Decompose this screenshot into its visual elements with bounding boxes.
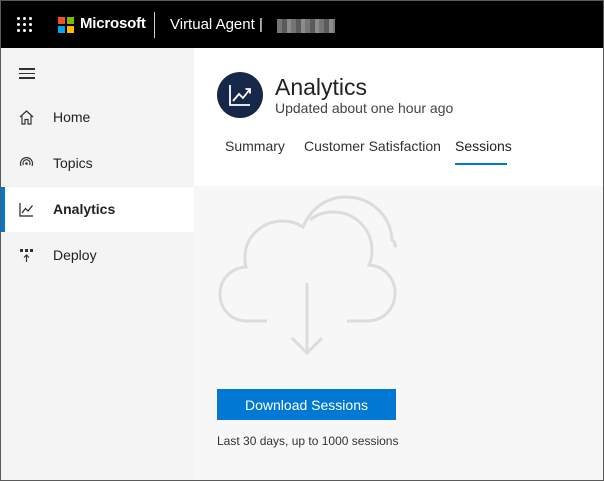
cloud-download-icon xyxy=(218,195,397,356)
topics-icon xyxy=(19,157,34,167)
top-bar: Microsoft Virtual Agent | xyxy=(1,1,603,48)
menu-icon[interactable] xyxy=(19,68,35,79)
page-title: Analytics xyxy=(275,74,368,100)
home-icon xyxy=(19,110,34,125)
trend-up-icon xyxy=(229,85,251,106)
app-window: Microsoft Virtual Agent | Home Topics An… xyxy=(0,0,604,481)
active-tab-indicator xyxy=(455,163,507,165)
topbar-divider xyxy=(154,12,155,38)
app-launcher-icon[interactable] xyxy=(17,17,33,33)
sidebar-item-deploy[interactable]: Deploy xyxy=(1,233,194,278)
redacted-bot-name xyxy=(277,19,335,33)
tab-sessions[interactable]: Sessions xyxy=(455,138,512,154)
main-content: Analytics Updated about one hour ago Sum… xyxy=(194,48,603,480)
sidebar-item-analytics[interactable]: Analytics xyxy=(1,187,194,232)
analytics-icon xyxy=(19,203,33,217)
tab-summary[interactable]: Summary xyxy=(225,138,285,154)
analytics-badge xyxy=(217,72,263,118)
microsoft-logo-icon xyxy=(58,17,74,33)
deploy-icon xyxy=(20,249,33,262)
sidebar: Home Topics Analytics Deploy xyxy=(1,48,194,480)
sidebar-item-label: Topics xyxy=(53,155,93,171)
download-sessions-button[interactable]: Download Sessions xyxy=(217,389,396,420)
sessions-range-note: Last 30 days, up to 1000 sessions xyxy=(217,434,399,448)
sidebar-item-label: Deploy xyxy=(53,247,97,263)
page-header: Analytics Updated about one hour ago Sum… xyxy=(194,48,603,186)
sidebar-item-label: Home xyxy=(53,109,91,125)
updated-timestamp: Updated about one hour ago xyxy=(275,100,454,116)
tab-customer-satisfaction[interactable]: Customer Satisfaction xyxy=(304,138,441,154)
sidebar-item-topics[interactable]: Topics xyxy=(1,141,194,186)
sidebar-item-home[interactable]: Home xyxy=(1,95,194,140)
product-name[interactable]: Virtual Agent | xyxy=(170,16,263,33)
sidebar-item-label: Analytics xyxy=(53,201,116,217)
brand-name[interactable]: Microsoft xyxy=(80,15,146,32)
